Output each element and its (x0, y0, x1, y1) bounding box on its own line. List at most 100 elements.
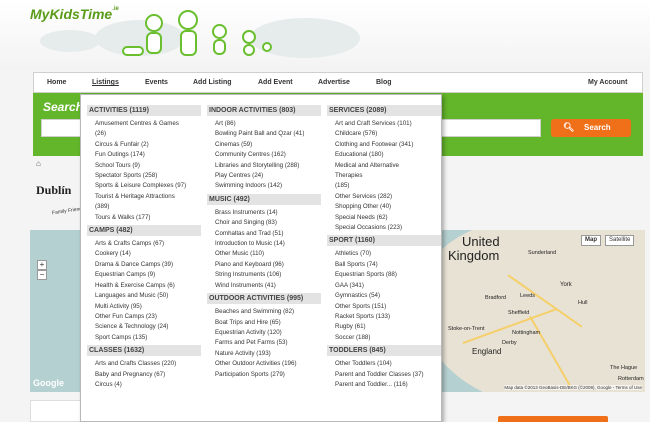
listing-subcategory-link[interactable]: Sports & Leisure Complexes (97) (87, 181, 201, 191)
map-label: Kingdom (448, 248, 500, 263)
listing-subcategory-link[interactable]: Gymnastics (54) (327, 291, 441, 301)
listing-subcategory-link[interactable]: Beaches and Swimming (82) (207, 307, 321, 317)
nav-add-listing[interactable]: Add Listing (193, 79, 232, 86)
listing-category-title[interactable]: TODDLERS (845) (327, 345, 441, 357)
listing-subcategory-link[interactable]: Community Centres (162) (207, 150, 321, 160)
listing-subcategory-link[interactable]: Medical and Alternative (327, 161, 441, 171)
listing-subcategory-link[interactable]: Languages and Music (50) (87, 291, 201, 301)
listing-subcategory-link[interactable]: Equestrian Activity (120) (207, 328, 321, 338)
listing-subcategory-link[interactable]: (389) (87, 202, 201, 212)
listing-subcategory-link[interactable]: Equestrian Sports (88) (327, 270, 441, 280)
listing-subcategory-link[interactable]: (26) (87, 129, 201, 139)
listing-subcategory-link[interactable]: Racket Sports (133) (327, 312, 441, 322)
listing-subcategory-link[interactable]: Therapies (327, 171, 441, 181)
listing-subcategory-link[interactable]: Bowling Paint Ball and Qzar (41) (207, 129, 321, 139)
map-type-map-button[interactable]: Map (581, 235, 601, 246)
listing-subcategory-link[interactable]: Special Occasions (223) (327, 223, 441, 233)
listing-subcategory-link[interactable]: Nature Activity (193) (207, 349, 321, 359)
listing-subcategory-link[interactable]: Health & Exercise Camps (6) (87, 281, 201, 291)
listing-subcategory-link[interactable]: (185) (327, 181, 441, 191)
listing-subcategory-link[interactable]: Choir and Singing (83) (207, 218, 321, 228)
listing-category-title[interactable]: CLASSES (1632) (87, 345, 201, 357)
listing-subcategory-link[interactable]: Special Needs (62) (327, 213, 441, 223)
listing-subcategory-link[interactable]: Childcare (576) (327, 129, 441, 139)
listing-category-title[interactable]: ACTIVITIES (1119) (87, 105, 201, 116)
listing-subcategory-link[interactable]: Other Outdoor Activities (196) (207, 359, 321, 369)
listing-subcategory-link[interactable]: Fun Outings (174) (87, 150, 201, 160)
map-type-satellite-button[interactable]: Satellite (605, 235, 635, 246)
listing-subcategory-link[interactable]: Baby and Pregnancy (67) (87, 370, 201, 380)
map-label: York (560, 282, 572, 288)
nav-my-account[interactable]: My Account (588, 79, 627, 86)
search-button[interactable]: 🔍︎ Search (551, 119, 631, 137)
listing-subcategory-link[interactable]: Circus & Funfair (2) (87, 140, 201, 150)
nav-advertise[interactable]: Advertise (318, 79, 350, 86)
site-logo[interactable]: MyKidsTime.ie (30, 6, 119, 22)
site-header: MyKidsTime.ie (0, 0, 650, 70)
zoom-in-button[interactable]: + (37, 260, 47, 270)
main-nav: Home Listings Events Add Listing Add Eve… (33, 72, 643, 93)
map-label: England (472, 347, 502, 356)
map-copyright[interactable]: Map data ©2013 GeoBasis-DE/BKG (©2009), … (504, 385, 642, 390)
listing-subcategory-link[interactable]: Participation Sports (279) (207, 370, 321, 380)
listing-subcategory-link[interactable]: Other Services (282) (327, 192, 441, 202)
listing-subcategory-link[interactable]: Ball Sports (74) (327, 260, 441, 270)
listing-subcategory-link[interactable]: Art and Craft Services (101) (327, 119, 441, 129)
listing-subcategory-link[interactable]: Farms and Pet Farms (53) (207, 338, 321, 348)
orange-button[interactable] (498, 416, 608, 422)
listing-subcategory-link[interactable]: Introduction to Music (14) (207, 239, 321, 249)
listing-subcategory-link[interactable]: Multi Activity (95) (87, 302, 201, 312)
listing-subcategory-link[interactable]: Equestrian Camps (9) (87, 270, 201, 280)
nav-events[interactable]: Events (145, 79, 168, 86)
listing-category-title[interactable]: MUSIC (492) (207, 193, 321, 205)
nav-add-event[interactable]: Add Event (258, 79, 293, 86)
listing-subcategory-link[interactable]: Comhaltas and Trad (51) (207, 229, 321, 239)
listing-subcategory-link[interactable]: Boat Trips and Hire (65) (207, 318, 321, 328)
listing-subcategory-link[interactable]: Drama & Dance Camps (39) (87, 260, 201, 270)
map-label: Rotterdam (618, 376, 644, 382)
listing-category-title[interactable]: INDOOR ACTIVITIES (803) (207, 105, 321, 116)
listing-subcategory-link[interactable]: Cinemas (59) (207, 140, 321, 150)
listing-subcategory-link[interactable]: Other Toddlers (104) (327, 359, 441, 369)
listing-subcategory-link[interactable]: Sport Camps (135) (87, 333, 201, 343)
listing-subcategory-link[interactable]: Shopping Other (40) (327, 202, 441, 212)
listing-subcategory-link[interactable]: Tourist & Heritage Attractions (87, 192, 201, 202)
listing-subcategory-link[interactable]: Arts and Crafts Classes (220) (87, 359, 201, 369)
listing-subcategory-link[interactable]: Arts & Crafts Camps (67) (87, 239, 201, 249)
listing-subcategory-link[interactable]: Parent and Toddler Classes (37) (327, 370, 441, 380)
zoom-out-button[interactable]: − (37, 270, 47, 280)
listing-subcategory-link[interactable]: Clothing and Footwear (341) (327, 140, 441, 150)
listing-category-title[interactable]: CAMPS (482) (87, 225, 201, 237)
nav-blog[interactable]: Blog (376, 79, 392, 86)
listing-subcategory-link[interactable]: Other Fun Camps (23) (87, 312, 201, 322)
listing-subcategory-link[interactable]: Amusement Centres & Games (87, 119, 201, 129)
listing-subcategory-link[interactable]: Swimming Indoors (142) (207, 181, 321, 191)
listing-subcategory-link[interactable]: Spectator Sports (258) (87, 171, 201, 181)
listing-subcategory-link[interactable]: Soccer (188) (327, 333, 441, 343)
nav-listings[interactable]: Listings (92, 79, 119, 86)
listing-subcategory-link[interactable]: School Tours (9) (87, 161, 201, 171)
listing-subcategory-link[interactable]: String Instruments (106) (207, 270, 321, 280)
listing-subcategory-link[interactable]: Athletics (70) (327, 249, 441, 259)
listing-subcategory-link[interactable]: Other Music (110) (207, 249, 321, 259)
listing-subcategory-link[interactable]: Art (86) (207, 119, 321, 129)
listing-category-title[interactable]: OUTDOOR ACTIVITIES (995) (207, 293, 321, 305)
listing-subcategory-link[interactable]: Tours & Walks (177) (87, 213, 201, 223)
listing-subcategory-link[interactable]: Parent and Toddler... (116) (327, 380, 441, 390)
listing-subcategory-link[interactable]: Wind Instruments (41) (207, 281, 321, 291)
listing-subcategory-link[interactable]: Cookery (14) (87, 249, 201, 259)
listing-subcategory-link[interactable]: Brass Instruments (14) (207, 208, 321, 218)
listing-subcategory-link[interactable]: Science & Technology (24) (87, 322, 201, 332)
listing-subcategory-link[interactable]: Play Centres (24) (207, 171, 321, 181)
listing-subcategory-link[interactable]: GAA (341) (327, 281, 441, 291)
home-icon[interactable]: ⌂ (36, 159, 41, 168)
listing-category-title[interactable]: SERVICES (2089) (327, 105, 441, 116)
listing-subcategory-link[interactable]: Educational (180) (327, 150, 441, 160)
listing-subcategory-link[interactable]: Libraries and Storytelling (288) (207, 161, 321, 171)
listing-category-title[interactable]: SPORT (1160) (327, 235, 441, 247)
listing-subcategory-link[interactable]: Piano and Keyboard (96) (207, 260, 321, 270)
nav-home[interactable]: Home (47, 79, 66, 86)
listing-subcategory-link[interactable]: Circus (4) (87, 380, 201, 390)
listing-subcategory-link[interactable]: Rugby (61) (327, 322, 441, 332)
listing-subcategory-link[interactable]: Other Sports (151) (327, 302, 441, 312)
